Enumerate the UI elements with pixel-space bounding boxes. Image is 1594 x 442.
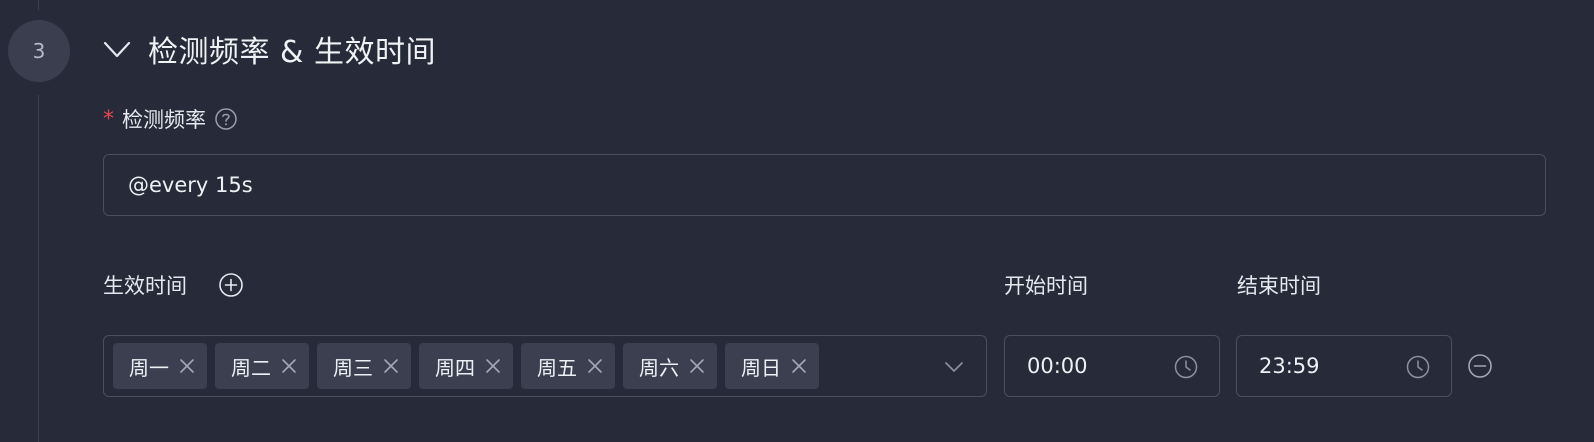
clock-icon [1405,354,1431,380]
end-time-label: 结束时间 [1237,274,1321,298]
step-indicator: 3 [8,20,70,82]
day-tag-label: 周六 [639,355,679,380]
day-tag: 周三 [317,343,411,389]
frequency-value: @every 15s [128,173,253,197]
start-time-label: 开始时间 [1004,274,1088,298]
day-tag: 周一 [113,343,207,389]
close-icon[interactable] [177,356,197,376]
day-tag: 周二 [215,343,309,389]
end-time-picker[interactable]: 23:59 [1236,335,1452,397]
weekday-multi-select[interactable]: 周一 周二 周三 周四 周五 周六 周日 [103,335,987,397]
close-icon[interactable] [789,356,809,376]
form-page: 3 检测频率 & 生效时间 * 检测频率 @every 15s 生效时间 开始时… [0,0,1594,442]
frequency-label: * 检测频率 [103,103,238,135]
start-time-value: 00:00 [1027,354,1088,378]
frequency-label-text: 检测频率 [122,108,206,132]
close-icon[interactable] [687,356,707,376]
section-header-toggle[interactable]: 检测频率 & 生效时间 [102,26,436,72]
day-tag: 周五 [521,343,615,389]
day-tag-label: 周三 [333,355,373,380]
day-tag: 周六 [623,343,717,389]
day-tag: 周四 [419,343,513,389]
day-tag-label: 周四 [435,355,475,380]
close-icon[interactable] [279,356,299,376]
step-connector-top [38,0,39,10]
day-tag-label: 周一 [129,355,169,380]
close-icon[interactable] [483,356,503,376]
step-number: 3 [32,39,46,63]
required-mark: * [103,106,114,132]
step-connector [38,95,39,442]
chevron-down-icon[interactable] [102,34,132,64]
close-icon[interactable] [381,356,401,376]
effective-time-label: 生效时间 [103,268,245,302]
end-time-value: 23:59 [1259,354,1320,378]
close-icon[interactable] [585,356,605,376]
day-tag-label: 周日 [741,355,781,380]
plus-circle-icon[interactable] [217,271,245,299]
start-time-picker[interactable]: 00:00 [1004,335,1220,397]
day-tag: 周日 [725,343,819,389]
question-circle-icon[interactable] [214,107,238,131]
day-tag-label: 周二 [231,355,271,380]
effective-time-label-text: 生效时间 [103,274,187,298]
frequency-input[interactable]: @every 15s [103,154,1546,216]
clock-icon [1173,354,1199,380]
section-title: 检测频率 & 生效时间 [148,35,436,70]
chevron-down-icon[interactable] [942,355,966,379]
day-tag-label: 周五 [537,355,577,380]
minus-circle-icon[interactable] [1466,352,1494,380]
